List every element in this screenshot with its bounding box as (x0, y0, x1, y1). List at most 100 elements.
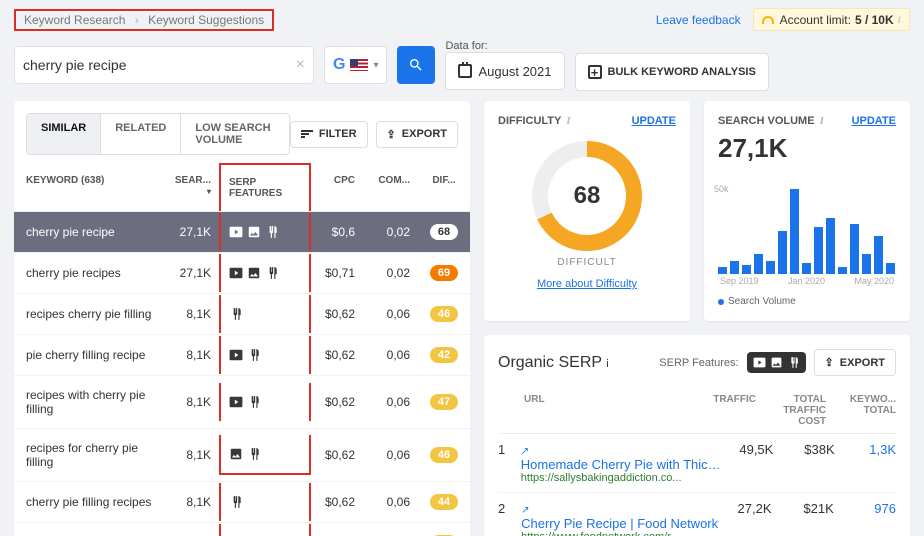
cell-com: 0,06 (363, 524, 418, 536)
chart-bar (814, 227, 823, 274)
th-competition[interactable]: COM... (363, 163, 418, 211)
gauge-icon (762, 16, 774, 24)
cell-serp-features (219, 213, 311, 251)
filter-icon (301, 130, 313, 138)
volume-chart: 50k (718, 184, 896, 274)
chart-bar (754, 254, 763, 274)
account-limit-badge[interactable]: Account limit: 5 / 10K i (753, 8, 910, 31)
serp-url: https://www.foodnetwork.com/r... (521, 531, 718, 536)
suggestion-tabs: SIMILAR RELATED LOW SEARCH VOLUME (26, 113, 290, 155)
serp-title-link[interactable]: Cherry Pie Recipe | Food Network (521, 516, 718, 531)
serp-row[interactable]: 1↗Homemade Cherry Pie with Thick...https… (498, 434, 896, 493)
cell-dif: 68 (418, 212, 470, 252)
breadcrumb[interactable]: Keyword Research › Keyword Suggestions (14, 9, 274, 31)
chevron-down-icon: ▾ (373, 60, 378, 71)
cell-serp-features (219, 336, 311, 374)
difficulty-card: DIFFICULTY i Update 68 DIFFICULT More ab… (484, 101, 690, 321)
table-row[interactable]: cherry pie filling recipes8,1K$0,620,064… (14, 482, 470, 523)
cell-com: 0,06 (363, 336, 418, 374)
engine-locale-select[interactable]: G ▾ (324, 46, 387, 84)
keyword-search-box[interactable]: × (14, 46, 314, 84)
serp-title-link[interactable]: Homemade Cherry Pie with Thick... (521, 457, 721, 472)
tab-similar[interactable]: SIMILAR (27, 114, 100, 154)
table-header: KEYWORD (638) SEAR... ▾ SERP FEATURES CP… (14, 163, 470, 212)
cell-com: 0,06 (363, 383, 418, 421)
plus-box-icon: + (588, 65, 602, 79)
export-icon: ⇪ (387, 128, 396, 141)
organic-serp-card: Organic SERP i SERP Features: ⇪ EXPORT (484, 335, 910, 536)
cell-keyword: cherry pie recipes (14, 254, 164, 292)
image-icon (247, 266, 261, 280)
external-icon[interactable]: ↗ (521, 505, 529, 516)
info-icon[interactable]: i (566, 115, 570, 127)
table-row[interactable]: recipes cherry pie filling8,1K$0,620,064… (14, 294, 470, 335)
search-button[interactable] (397, 46, 435, 84)
th-difficulty[interactable]: DIF... (418, 163, 470, 211)
video-icon (229, 395, 243, 409)
table-row[interactable]: cherry pie recipes27,1K$0,710,0269 (14, 253, 470, 294)
tab-related[interactable]: RELATED (100, 114, 180, 154)
cell-search: 8,1K (164, 336, 219, 374)
external-icon[interactable]: ↗ (521, 446, 529, 457)
recipe-icon (265, 225, 279, 239)
recipe-icon (229, 307, 243, 321)
serp-url: https://sallysbakingaddiction.co... (521, 472, 721, 484)
export-button[interactable]: ⇪ EXPORT (376, 121, 458, 148)
chart-x-axis: Sep 2019Jan 2020May 2020 (718, 276, 896, 286)
serp-row[interactable]: 2↗Cherry Pie Recipe | Food Networkhttps:… (498, 493, 896, 536)
cell-keyword: pie cherry filling recipe (14, 336, 164, 374)
image-icon (770, 356, 783, 369)
recipe-icon (787, 356, 800, 369)
serp-export-button[interactable]: ⇪ EXPORT (814, 349, 896, 376)
table-row[interactable]: pie cherry filling recipe8,1K $0,620,0642 (14, 335, 470, 376)
filter-button[interactable]: FILTER (290, 121, 368, 148)
cell-com: 0,02 (363, 254, 418, 292)
cell-search: 27,1K (164, 213, 219, 251)
serp-kw-link[interactable]: 976 (834, 501, 896, 516)
recipe-icon (247, 395, 261, 409)
cell-serp-features (219, 295, 311, 333)
chart-bar (838, 267, 847, 274)
cell-keyword: recipes cherry pie filling (14, 295, 164, 333)
video-icon (753, 356, 766, 369)
table-row[interactable]: cherry pie recipe27,1K$0,60,0268 (14, 212, 470, 253)
chart-bar (790, 189, 799, 275)
serp-features-pill[interactable] (747, 352, 806, 373)
table-row[interactable]: cherry pie filling recipe8,1K$0,620,0642 (14, 523, 470, 536)
chart-bar (802, 263, 811, 274)
cell-keyword: cherry pie filling recipes (14, 483, 164, 521)
cell-cpc: $0,62 (311, 524, 363, 536)
cell-dif: 42 (418, 335, 470, 375)
bulk-analysis-button[interactable]: + BULK KEYWORD ANALYSIS (575, 53, 769, 91)
breadcrumb-2[interactable]: Keyword Suggestions (148, 13, 264, 27)
update-difficulty[interactable]: Update (632, 115, 676, 127)
chart-bar (718, 267, 727, 274)
keyword-input[interactable] (23, 57, 296, 73)
th-search[interactable]: SEAR... ▾ (164, 163, 219, 211)
breadcrumb-1[interactable]: Keyword Research (24, 13, 125, 27)
recipe-icon (265, 266, 279, 280)
volume-card: SEARCH VOLUME i Update 27,1K 50k Sep 201… (704, 101, 910, 321)
cell-keyword: cherry pie recipe (14, 213, 164, 251)
table-row[interactable]: recipes for cherry pie filling8,1K$0,620… (14, 429, 470, 482)
table-row[interactable]: recipes with cherry pie filling8,1K$0,62… (14, 376, 470, 429)
info-icon[interactable]: i (606, 358, 608, 370)
info-icon[interactable]: i (820, 115, 824, 127)
serp-table-header: URL TRAFFIC TOTAL TRAFFIC COST KEYWO... … (498, 388, 896, 434)
cell-serp-features (219, 524, 311, 536)
chart-bar (730, 261, 739, 274)
cell-serp-features (219, 383, 311, 421)
image-icon (229, 447, 243, 461)
th-keyword[interactable]: KEYWORD (638) (14, 163, 164, 211)
th-serp-features[interactable]: SERP FEATURES (219, 163, 311, 211)
cell-cpc: $0,62 (311, 336, 363, 374)
clear-icon[interactable]: × (296, 56, 305, 74)
more-about-difficulty[interactable]: More about Difficulty (498, 278, 676, 290)
serp-kw-link[interactable]: 1,3K (835, 442, 896, 457)
update-volume[interactable]: Update (852, 115, 896, 127)
date-picker[interactable]: August 2021 (445, 52, 564, 90)
serp-title: Organic SERP i (498, 354, 609, 372)
leave-feedback-link[interactable]: Leave feedback (656, 13, 741, 27)
tab-low-search[interactable]: LOW SEARCH VOLUME (180, 114, 288, 154)
th-cpc[interactable]: CPC (311, 163, 363, 211)
